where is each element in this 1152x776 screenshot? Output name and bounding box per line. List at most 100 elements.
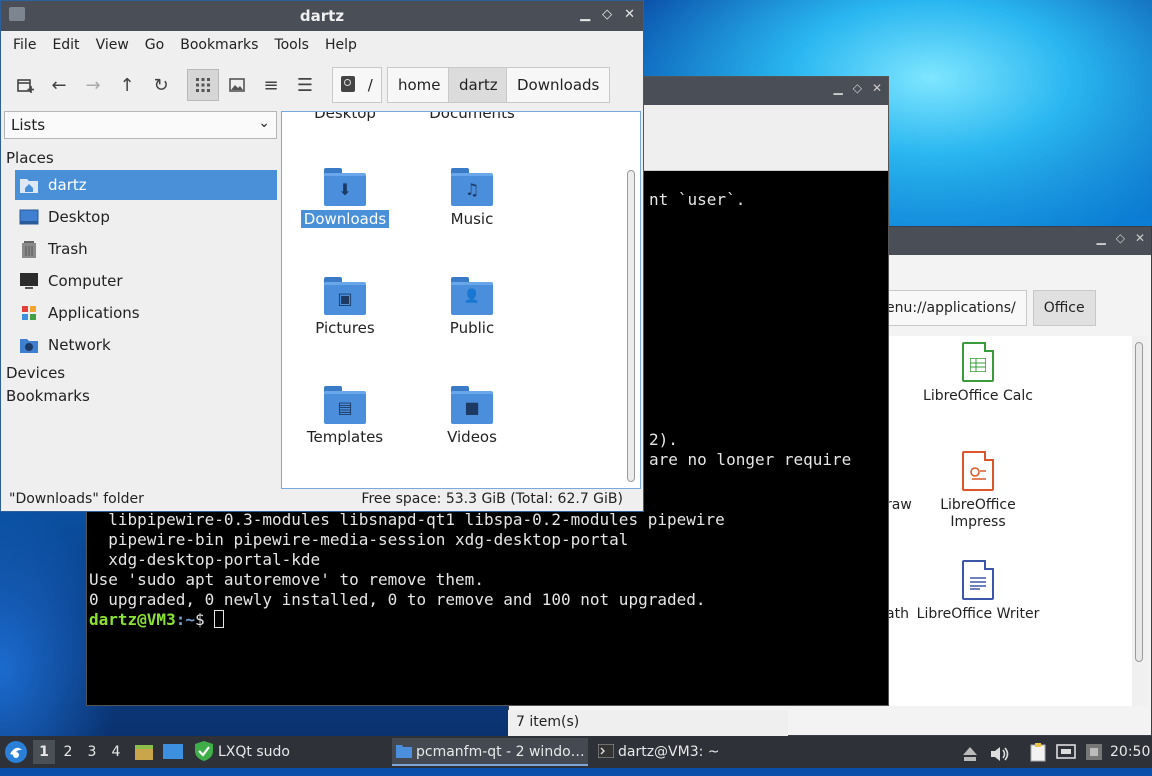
terminal-cursor [214, 610, 225, 628]
sidebar-item-computer[interactable]: Computer [15, 266, 277, 296]
menu-tools[interactable]: Tools [266, 31, 317, 59]
network-icon [20, 339, 38, 353]
bookmarks-header[interactable]: Bookmarks [6, 387, 90, 405]
devices-header[interactable]: Devices [6, 364, 65, 382]
app-label: LibreOffice Impress [940, 497, 1016, 530]
applications-scrollbar[interactable] [1132, 336, 1148, 706]
shield-icon[interactable] [194, 740, 214, 764]
terminal-output-fragment: nt `user`. [649, 190, 746, 209]
maximize-icon[interactable]: ◇ [853, 81, 862, 95]
lxqt-sudo-label[interactable]: LXQt sudo [218, 736, 290, 768]
tray-up-arrow-icon[interactable] [962, 743, 978, 761]
lxqt-logo-icon [5, 741, 27, 763]
minimize-icon[interactable]: ▁ [580, 7, 590, 22]
path-root-button[interactable]: / [332, 67, 382, 103]
path-crumb-dartz[interactable]: dartz [448, 67, 509, 103]
sidebar-item-applications[interactable]: Applications [15, 298, 277, 328]
terminal-line: pipewire-bin pipewire-media-session xdg-… [89, 530, 629, 549]
folder-videos[interactable]: ■ Videos [417, 386, 527, 446]
minimize-icon[interactable]: ▁ [833, 81, 842, 95]
downloads-folder-icon: ⬇ [324, 168, 366, 206]
menu-bookmarks[interactable]: Bookmarks [172, 31, 266, 59]
file-manager-window[interactable]: dartz ▁ ◇ ✕ File Edit View Go Bookmarks To… [0, 0, 644, 512]
office-crumb[interactable]: Office [1032, 290, 1096, 326]
close-icon[interactable]: ✕ [1135, 231, 1145, 245]
minimize-icon[interactable]: ▁ [1096, 231, 1105, 245]
terminal-output-fragment: 2). [649, 430, 678, 449]
app-libreoffice-calc[interactable]: LibreOffice Calc [913, 342, 1043, 405]
terminal-line: 0 upgraded, 0 newly installed, 0 to remo… [89, 590, 706, 609]
desktop-switch-3[interactable]: 3 [81, 740, 103, 764]
terminal-output[interactable]: libpipewire-0.3-modules libsnapd-qt1 lib… [89, 510, 725, 630]
sidebar-item-network[interactable]: Network [15, 330, 277, 360]
sidebar-item-label: Desktop [48, 208, 110, 226]
network-status-icon[interactable] [1056, 742, 1076, 762]
clock[interactable]: 20:50 [1110, 736, 1150, 768]
back-arrow-icon[interactable]: ← [43, 69, 75, 101]
desktop-switch-1[interactable]: 1 [33, 740, 55, 764]
trash-icon [22, 241, 36, 258]
detailed-list-icon[interactable]: ☰ [289, 69, 321, 101]
sidebar-item-label: Applications [48, 304, 140, 322]
applications-path-crumb[interactable]: enu://applications/ [886, 290, 1027, 326]
file-manager-titlebar[interactable]: dartz ▁ ◇ ✕ [1, 1, 643, 31]
folder-item[interactable]: Desktop [290, 112, 400, 122]
compact-view-icon[interactable]: ≡ [255, 69, 287, 101]
folder-label: Videos [447, 428, 497, 446]
volume-icon[interactable] [990, 743, 1010, 761]
folder-pictures[interactable]: ▣ Pictures [290, 277, 400, 337]
folder-label: Downloads [300, 210, 390, 228]
close-icon[interactable]: ✕ [624, 7, 635, 22]
maximize-icon[interactable]: ◇ [602, 7, 612, 22]
folder-public[interactable]: 👤 Public [417, 277, 527, 337]
desktop-switch-4[interactable]: 4 [105, 740, 127, 764]
side-pane-mode-select[interactable]: Lists ⌄ [4, 111, 277, 139]
desktop-switch-2[interactable]: 2 [57, 740, 79, 764]
folder-music[interactable]: ♫ Music [417, 168, 527, 228]
app-libreoffice-writer[interactable]: LibreOffice Writer [913, 560, 1043, 623]
icon-view-icon[interactable] [187, 69, 219, 101]
new-tab-icon[interactable] [9, 69, 41, 101]
folder-label: Pictures [315, 319, 375, 337]
folder-item[interactable]: Documents [417, 112, 527, 122]
show-desktop-icon[interactable] [162, 742, 184, 762]
app-libreoffice-impress[interactable]: LibreOffice Impress [913, 451, 1043, 531]
clipboard-icon[interactable] [1028, 742, 1048, 762]
taskbar-task-terminal[interactable]: dartz@VM3: ~ [594, 738, 790, 766]
main-menu-button[interactable] [4, 740, 28, 764]
menu-view[interactable]: View [88, 31, 137, 59]
maximize-icon[interactable]: ◇ [1116, 231, 1125, 245]
public-folder-icon: 👤 [451, 277, 493, 315]
close-icon[interactable]: ✕ [872, 81, 882, 95]
taskbar-task-file-manager[interactable]: pcmanfm-qt - 2 windo… [392, 738, 588, 766]
file-view[interactable]: Desktop Documents ⬇ Downloads ♫ Music ▣ … [281, 111, 641, 489]
forward-arrow-icon[interactable]: → [77, 69, 109, 101]
places-header[interactable]: Places [6, 149, 54, 167]
thumbnail-view-icon[interactable] [221, 69, 253, 101]
terminal-line: libpipewire-0.3-modules libsnapd-qt1 lib… [89, 510, 725, 529]
menu-go[interactable]: Go [137, 31, 172, 59]
path-crumb-downloads[interactable]: Downloads [506, 67, 611, 103]
status-free-space: Free space: 53.3 GiB (Total: 62.7 GiB) [361, 491, 623, 507]
folder-templates[interactable]: ▤ Templates [290, 386, 400, 446]
menu-file[interactable]: File [5, 31, 44, 59]
keyboard-layout-icon[interactable] [1084, 742, 1104, 762]
side-pane-mode-value: Lists [11, 116, 46, 134]
sidebar-item-trash[interactable]: Trash [15, 234, 277, 264]
scrollbar-thumb[interactable] [1135, 342, 1143, 662]
terminal-line: Use 'sudo apt autoremove' to remove them… [89, 570, 484, 589]
sidebar-item-desktop[interactable]: Desktop [15, 202, 277, 232]
folder-glyph: ▤ [337, 398, 353, 417]
file-cabinet-icon[interactable] [134, 742, 154, 762]
file-view-scrollbar[interactable] [627, 170, 635, 482]
reload-icon[interactable]: ↻ [145, 69, 177, 101]
up-arrow-icon[interactable]: ↑ [111, 69, 143, 101]
app-label: LibreOffice Calc [923, 388, 1033, 404]
path-crumb-home[interactable]: home [387, 67, 452, 103]
taskbar: 1 2 3 4 LXQt sudo pcmanfm-qt - 2 windo… … [0, 736, 1152, 768]
menu-edit[interactable]: Edit [44, 31, 87, 59]
pictures-folder-icon: ▣ [324, 277, 366, 315]
menu-help[interactable]: Help [317, 31, 365, 59]
sidebar-item-dartz[interactable]: dartz [15, 170, 277, 200]
folder-downloads[interactable]: ⬇ Downloads [290, 168, 400, 228]
